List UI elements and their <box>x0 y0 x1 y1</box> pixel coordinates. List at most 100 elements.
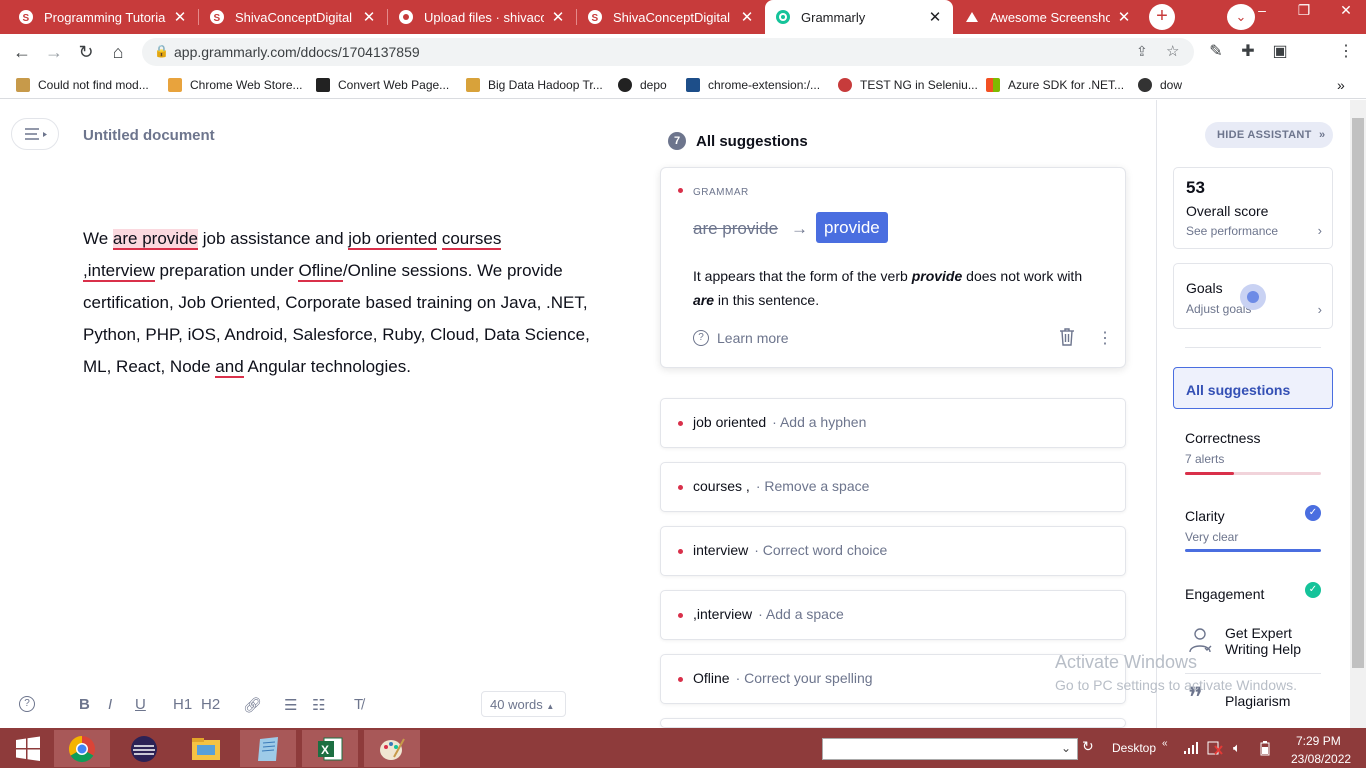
restore-button[interactable]: ❐ <box>1284 0 1324 22</box>
error-underline[interactable]: job oriented <box>348 229 438 250</box>
trash-icon[interactable] <box>1059 328 1075 351</box>
bookmark-item[interactable]: Azure SDK for .NET... <box>986 76 1124 94</box>
desktop-toolbar-label[interactable]: Desktop <box>1112 741 1156 755</box>
expert-help-line1: Get Expert <box>1225 625 1292 641</box>
bulleted-list-icon[interactable]: ☷ <box>312 696 325 714</box>
document-menu-button[interactable] <box>11 118 59 150</box>
close-icon[interactable]: ✕ <box>927 8 943 26</box>
forward-button[interactable]: → <box>42 40 66 64</box>
error-highlight[interactable]: are provide <box>112 229 198 250</box>
more-options-icon[interactable]: ⋮ <box>1097 328 1113 348</box>
suggestion-card[interactable]: ,interview · Add a space <box>660 590 1126 640</box>
hide-assistant-button[interactable]: HIDE ASSISTANT » <box>1205 122 1333 148</box>
help-icon[interactable]: ? <box>19 696 35 712</box>
bookmark-item[interactable]: Chrome Web Store... <box>168 76 303 94</box>
suggestion-card[interactable]: job oriented · Add a hyphen <box>660 398 1126 448</box>
refresh-icon[interactable]: ↻ <box>1082 738 1094 755</box>
plagiarism-link[interactable]: Plagiarism <box>1225 693 1290 709</box>
italic-button[interactable]: I <box>108 696 112 713</box>
chrome-taskbar-icon[interactable] <box>54 730 110 767</box>
start-button[interactable] <box>0 730 56 767</box>
reload-button[interactable]: ↻ <box>74 40 98 64</box>
excel-taskbar-icon[interactable]: X <box>302 730 358 767</box>
paint-taskbar-icon[interactable] <box>364 730 420 767</box>
correctness-metric[interactable]: Correctness 7 alerts <box>1185 430 1321 476</box>
network-warning-icon[interactable] <box>1207 741 1223 758</box>
address-bar[interactable]: 🔒 app.grammarly.com/ddocs/1704137859 ⇪ ☆ <box>142 38 1194 66</box>
error-underline[interactable]: courses <box>441 229 502 250</box>
battery-icon[interactable] <box>1260 741 1270 759</box>
sidepanel-icon[interactable]: ▣ <box>1270 42 1290 62</box>
notepad-taskbar-icon[interactable] <box>240 730 296 767</box>
bookmark-item[interactable]: Could not find mod... <box>16 76 149 94</box>
learn-more-link[interactable]: ? Learn more <box>693 330 789 346</box>
clock-time[interactable]: 7:29 PM <box>1296 734 1341 748</box>
tab-awesome-screenshot[interactable]: Awesome Screenshot a ✕ <box>954 0 1142 34</box>
accept-suggestion-button[interactable]: provide <box>816 212 888 243</box>
home-icon[interactable]: ⌂ <box>106 40 130 64</box>
more-menu-icon[interactable]: ⋮ <box>1336 42 1356 62</box>
tab-programming-tutorials[interactable]: S Programming Tutorials ✕ <box>8 0 198 34</box>
bookmark-item[interactable]: TEST NG in Seleniu... <box>838 76 978 94</box>
tab-grammarly[interactable]: Grammarly ✕ <box>765 0 953 34</box>
suggestion-card[interactable]: interview · Correct word choice <box>660 526 1126 576</box>
overflow-chevron-icon[interactable]: « <box>1162 738 1168 749</box>
new-tab-button[interactable]: + <box>1149 4 1175 30</box>
document-title[interactable]: Untitled document <box>83 127 215 144</box>
double-chevron-right-icon: » <box>1319 129 1326 141</box>
close-icon[interactable]: ✕ <box>739 8 755 26</box>
scrollbar-thumb[interactable] <box>1352 118 1364 668</box>
minimize-button[interactable]: – <box>1242 0 1282 22</box>
link-icon[interactable]: 🔗︎ <box>243 696 262 714</box>
signal-icon[interactable] <box>1184 742 1198 757</box>
share-icon[interactable]: ⇪ <box>1136 43 1148 60</box>
bookmark-star-icon[interactable]: ☆ <box>1166 42 1179 60</box>
error-underline[interactable]: Ofline <box>298 261 343 282</box>
bookmark-item[interactable]: dow <box>1138 76 1182 94</box>
tab-label: ShivaConceptDigital <box>613 9 731 25</box>
volume-icon[interactable]: 🔈︎ <box>1233 740 1241 756</box>
clarity-metric[interactable]: Clarity Very clear ✓ <box>1185 505 1321 553</box>
bookmark-favicon-icon <box>618 78 632 92</box>
clear-formatting-icon[interactable]: T̸ <box>354 696 363 713</box>
goals-panel[interactable]: Goals Adjust goals › <box>1173 263 1333 329</box>
overall-score-panel[interactable]: 53 Overall score See performance › <box>1173 167 1333 249</box>
document-body[interactable]: We are provide job assistance and job or… <box>83 223 613 383</box>
tab-github-upload[interactable]: Upload files · shivaconc ✕ <box>388 0 576 34</box>
word-count-button[interactable]: 40 words ▲ <box>481 691 566 717</box>
heading2-button[interactable]: H2 <box>201 696 220 713</box>
check-circle-icon: ✓ <box>1305 505 1321 521</box>
back-button[interactable]: ← <box>10 40 34 64</box>
all-suggestions-filter[interactable]: All suggestions <box>1173 367 1333 409</box>
file-explorer-taskbar-icon[interactable] <box>178 730 234 767</box>
engagement-metric[interactable]: Engagement ✓ <box>1185 582 1321 602</box>
close-icon[interactable]: ✕ <box>550 8 566 26</box>
expert-help-link[interactable]: Get Expert Writing Help <box>1225 625 1301 657</box>
eclipse-taskbar-icon[interactable] <box>116 730 172 767</box>
bold-button[interactable]: B <box>79 696 90 713</box>
tab-shivaconceptdigital-2[interactable]: S ShivaConceptDigital ✕ <box>577 0 765 34</box>
bookmark-item[interactable]: depo <box>618 76 667 94</box>
suggestion-card[interactable]: courses , · Remove a space <box>660 462 1126 512</box>
close-icon[interactable]: ✕ <box>1116 8 1132 26</box>
bookmarks-overflow-icon[interactable]: » <box>1337 76 1345 94</box>
close-icon[interactable]: ✕ <box>172 8 188 26</box>
bookmark-item[interactable]: Big Data Hadoop Tr... <box>466 76 603 94</box>
close-icon[interactable]: ✕ <box>361 8 377 26</box>
bookmark-item[interactable]: Convert Web Page... <box>316 76 449 94</box>
underline-button[interactable]: U <box>135 696 146 713</box>
heading1-button[interactable]: H1 <box>173 696 192 713</box>
error-underline[interactable]: ,interview <box>83 261 155 282</box>
clock-date[interactable]: 23/08/2022 <box>1291 752 1351 766</box>
tab-shivaconceptdigital-1[interactable]: S ShivaConceptDigital ✕ <box>199 0 387 34</box>
taskbar-address-box[interactable]: ⌄ <box>822 738 1078 760</box>
suggestion-card-expanded[interactable]: GRAMMAR are provide → provide It appears… <box>660 167 1126 368</box>
error-underline[interactable]: and <box>215 357 244 378</box>
numbered-list-icon[interactable]: ☰ <box>284 696 297 714</box>
eyedropper-icon[interactable]: ✎ <box>1206 42 1226 62</box>
suggestion-card-partial[interactable] <box>660 718 1126 728</box>
bookmark-favicon-icon <box>986 78 1000 92</box>
extensions-icon[interactable]: ✚ <box>1238 42 1258 62</box>
bookmark-item[interactable]: chrome-extension:/... <box>686 76 820 94</box>
window-close-button[interactable]: ✕ <box>1326 0 1366 22</box>
